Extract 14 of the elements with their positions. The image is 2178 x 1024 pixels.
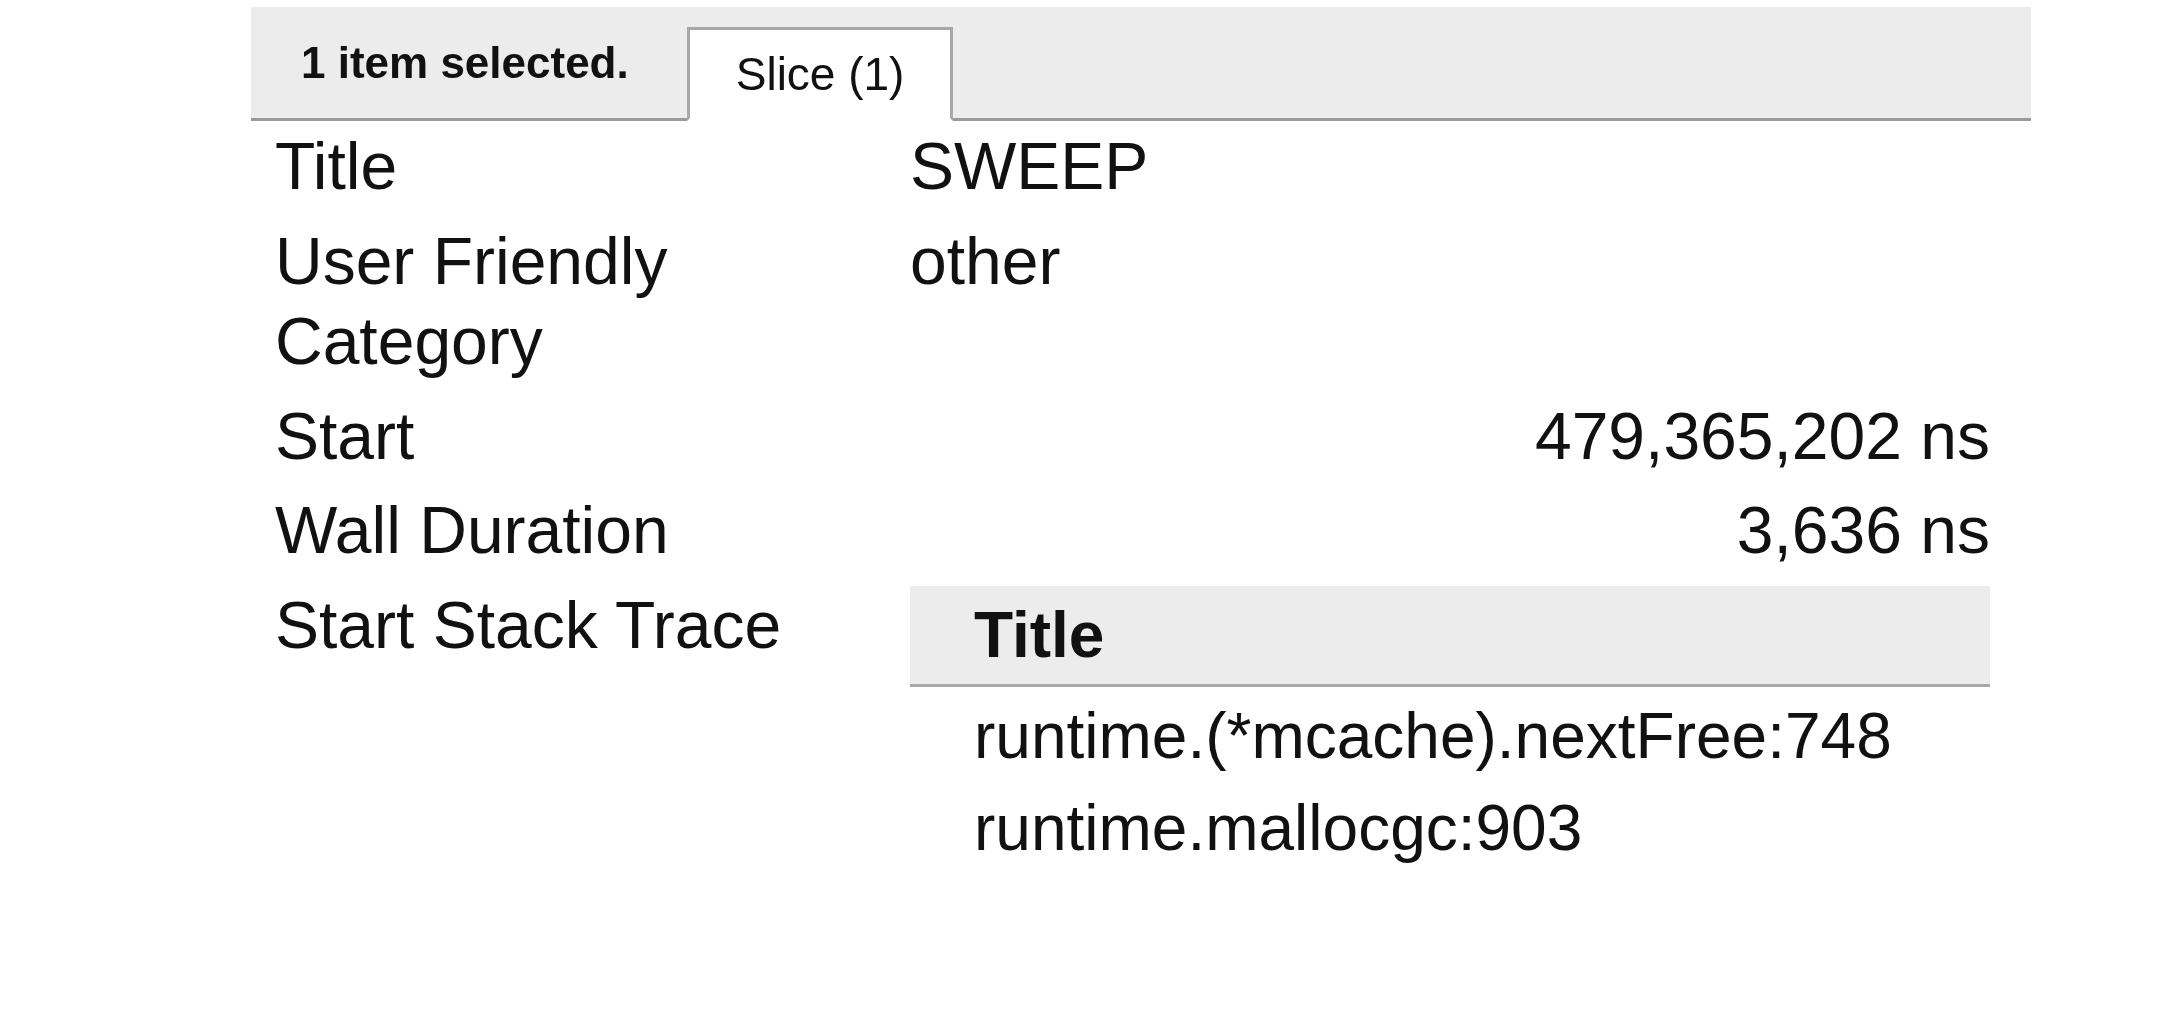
property-label: Start (274, 397, 416, 475)
property-label: Start Stack Trace (274, 586, 783, 664)
property-label: Title (274, 128, 399, 205)
property-label: User Friendly Category (274, 222, 669, 381)
stack-frame-cell-text: runtime.mallocgc:903 (973, 790, 1584, 866)
property-value: 3,636 ns (1735, 492, 1990, 570)
column-header: Title (910, 585, 1990, 687)
property-value: other (910, 222, 1062, 300)
property-label: Wall Duration (274, 492, 670, 570)
selection-status: 1 item selected. (300, 37, 630, 88)
stack-frame-cell-text: runtime.(*mcache).nextFree:748 (973, 698, 1893, 774)
property-value: SWEEP (910, 128, 1150, 205)
tab[interactable]: Slice (1) (686, 27, 954, 121)
property-value: 479,365,202 ns (1533, 397, 1990, 475)
